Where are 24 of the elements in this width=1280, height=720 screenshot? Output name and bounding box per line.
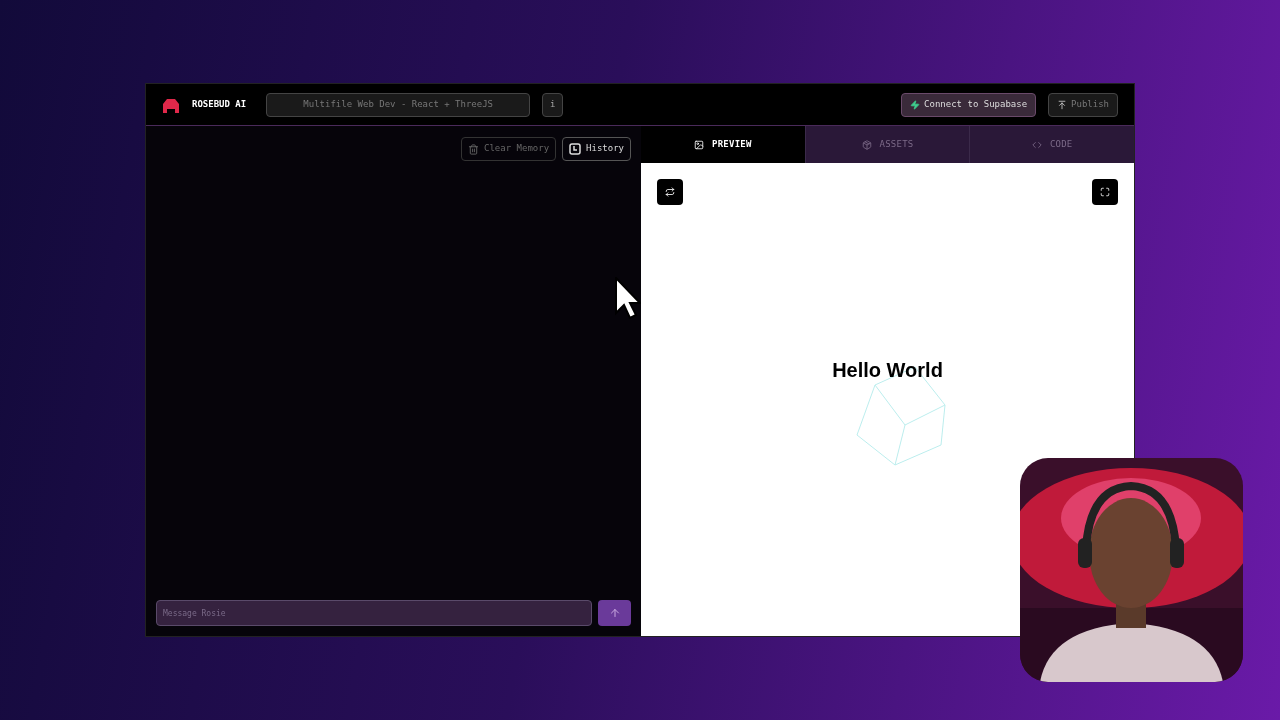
tab[interactable]: CODE xyxy=(969,126,1134,163)
info-button[interactable]: i xyxy=(542,92,564,117)
history-button[interactable]: History xyxy=(562,137,631,161)
tab[interactable]: ASSETS xyxy=(804,126,970,163)
message-field[interactable]: Message Rosie xyxy=(156,600,592,626)
package-icon xyxy=(861,139,872,150)
clock-icon xyxy=(569,143,582,155)
lightning-icon xyxy=(910,99,921,110)
fullscreen-button[interactable] xyxy=(1092,179,1118,205)
image-icon xyxy=(694,139,705,150)
tab[interactable]: PREVIEW xyxy=(641,126,805,163)
code-icon xyxy=(1031,139,1042,150)
logo-icon xyxy=(162,96,180,113)
connect-button[interactable]: Connect to Supabase xyxy=(901,92,1037,117)
swap-icon xyxy=(665,187,675,197)
fullscreen-icon xyxy=(1100,187,1110,197)
trash-icon xyxy=(468,143,480,155)
arrow-up-icon xyxy=(608,607,621,619)
project-title-field[interactable]: Multifile Web Dev - React + ThreeJS xyxy=(266,92,531,117)
send-button[interactable] xyxy=(598,600,631,626)
preview-heading: Hello World xyxy=(832,358,943,383)
brand-name: ROSEBUD AI xyxy=(192,97,247,111)
swap-button[interactable] xyxy=(657,179,683,205)
upload-icon xyxy=(1057,99,1068,110)
